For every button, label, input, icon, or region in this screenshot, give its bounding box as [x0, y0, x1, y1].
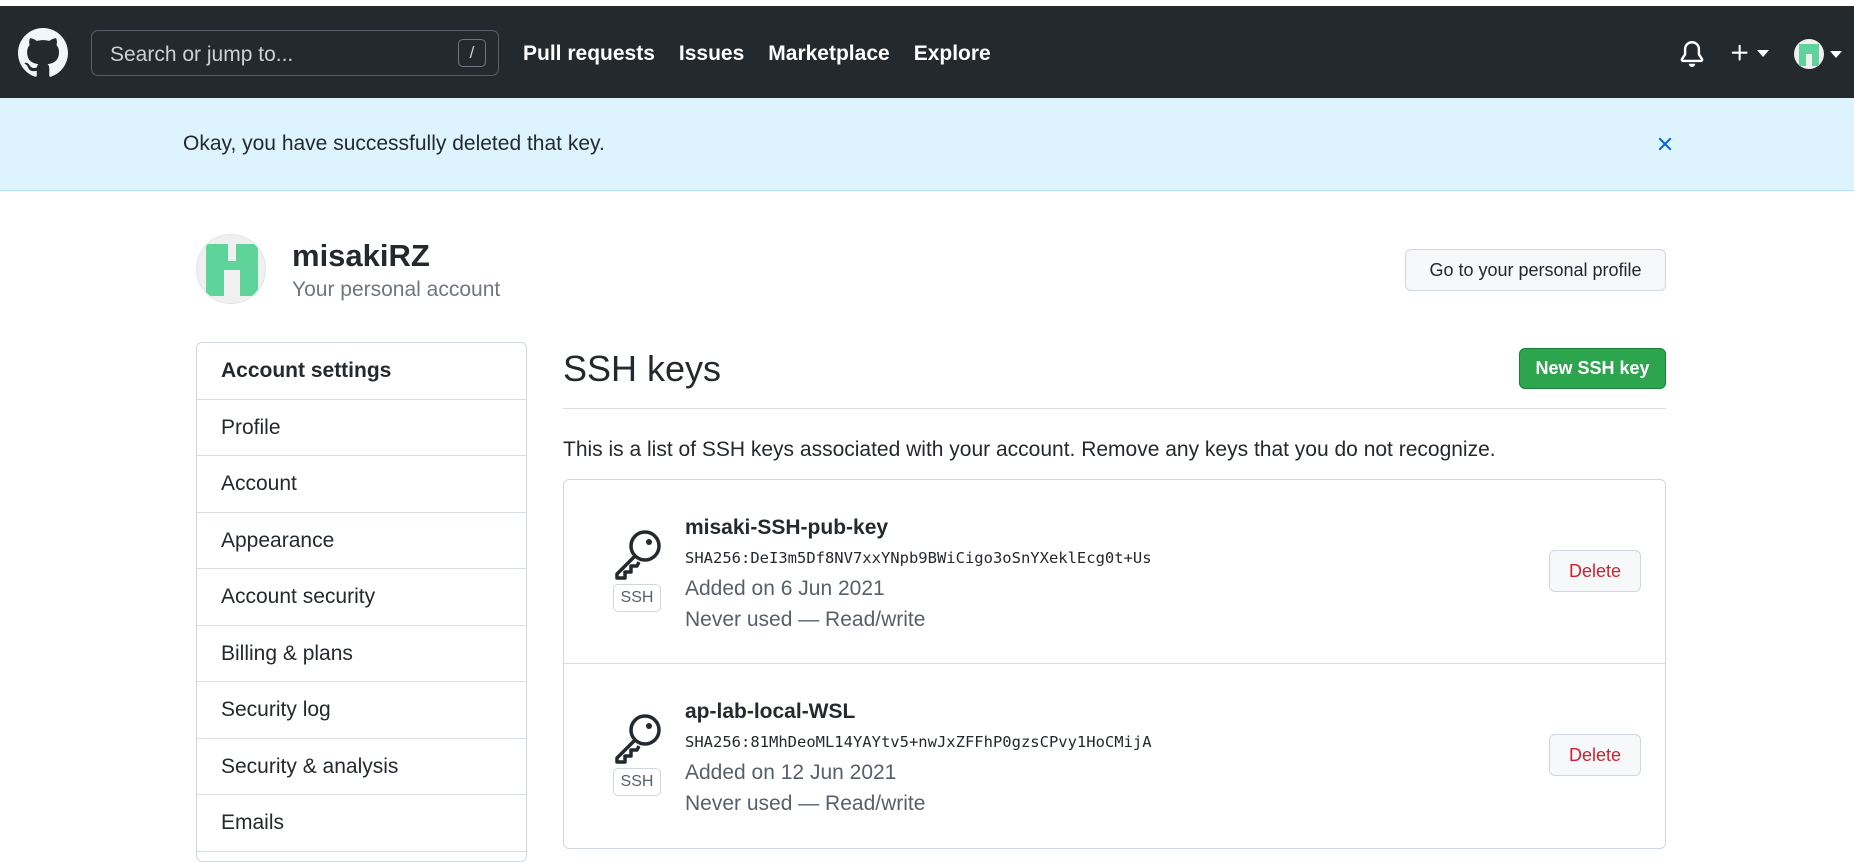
flash-close-button[interactable]: [1654, 133, 1676, 155]
ssh-type-badge: SSH: [613, 584, 661, 612]
ssh-key-fingerprint: SHA256:DeI3m5Df8NV7xxYNpb9BWiCigo3oSnYXe…: [685, 549, 1152, 567]
chevron-down-icon: [1830, 51, 1842, 58]
create-new-menu[interactable]: [1729, 38, 1779, 68]
delete-key-button[interactable]: Delete: [1549, 550, 1641, 592]
bell-icon[interactable]: [1679, 40, 1705, 68]
ssh-key-row: SSH ap-lab-local-WSL SHA256:81MhDeoML14Y…: [564, 664, 1665, 848]
ssh-key-title: ap-lab-local-WSL: [685, 700, 856, 723]
global-nav: Pull requests Issues Marketplace Explore: [523, 42, 1015, 66]
ssh-key-fingerprint: SHA256:81MhDeoML14YAYtv5+nwJxZFFhP0gzsCP…: [685, 733, 1152, 751]
global-header: Search or jump to... / Pull requests Iss…: [0, 6, 1854, 98]
sidebar-item-security-analysis[interactable]: Security & analysis: [197, 739, 526, 795]
profile-subtitle: Your personal account: [292, 278, 501, 301]
close-icon: [1658, 137, 1672, 151]
sidebar-item-profile[interactable]: Profile: [197, 400, 526, 456]
nav-pull-requests[interactable]: Pull requests: [523, 42, 655, 66]
search-input[interactable]: Search or jump to... /: [91, 30, 499, 76]
settings-sidebar: Account settings Profile Account Appeara…: [196, 342, 527, 862]
user-menu[interactable]: [1794, 39, 1844, 69]
chevron-down-icon: [1757, 50, 1769, 57]
plus-icon: [1731, 44, 1748, 61]
sidebar-item-appearance[interactable]: Appearance: [197, 513, 526, 569]
sidebar-item-account-security[interactable]: Account security: [197, 569, 526, 626]
title-divider: [563, 408, 1666, 409]
search-shortcut-key: /: [458, 39, 486, 67]
nav-marketplace[interactable]: Marketplace: [768, 42, 889, 66]
profile-username[interactable]: misakiRZ: [292, 238, 430, 274]
sidebar-item-billing[interactable]: Billing & plans: [197, 626, 526, 682]
new-ssh-key-button[interactable]: New SSH key: [1519, 348, 1666, 389]
ssh-key-title: misaki-SSH-pub-key: [685, 516, 889, 539]
key-icon: [615, 530, 661, 580]
avatar: [1794, 39, 1824, 69]
ssh-key-row: SSH misaki-SSH-pub-key SHA256:DeI3m5Df8N…: [564, 480, 1665, 664]
nav-explore[interactable]: Explore: [914, 42, 991, 66]
nav-issues[interactable]: Issues: [679, 42, 744, 66]
ssh-key-list: SSH misaki-SSH-pub-key SHA256:DeI3m5Df8N…: [563, 479, 1666, 849]
ssh-key-usage: Never used — Read/write: [685, 792, 926, 815]
search-placeholder: Search or jump to...: [110, 43, 294, 66]
identicon-image: [197, 235, 265, 303]
go-to-profile-button[interactable]: Go to your personal profile: [1405, 249, 1666, 291]
sidebar-item-emails[interactable]: Emails: [197, 795, 526, 852]
profile-avatar[interactable]: [196, 234, 266, 304]
page-title: SSH keys: [563, 348, 722, 389]
sidebar-item-account[interactable]: Account: [197, 456, 526, 513]
github-logo-icon[interactable]: [18, 28, 68, 78]
delete-key-button[interactable]: Delete: [1549, 734, 1641, 776]
ssh-key-added-date: Added on 12 Jun 2021: [685, 761, 897, 784]
page-description: This is a list of SSH keys associated wi…: [563, 438, 1496, 461]
sidebar-heading: Account settings: [197, 343, 526, 400]
ssh-type-badge: SSH: [613, 768, 661, 796]
sidebar-item-security-log[interactable]: Security log: [197, 682, 526, 739]
key-icon: [615, 714, 661, 764]
flash-message: Okay, you have successfully deleted that…: [183, 132, 605, 155]
flash-banner: Okay, you have successfully deleted that…: [0, 98, 1854, 191]
ssh-key-added-date: Added on 6 Jun 2021: [685, 577, 885, 600]
ssh-key-usage: Never used — Read/write: [685, 608, 926, 631]
